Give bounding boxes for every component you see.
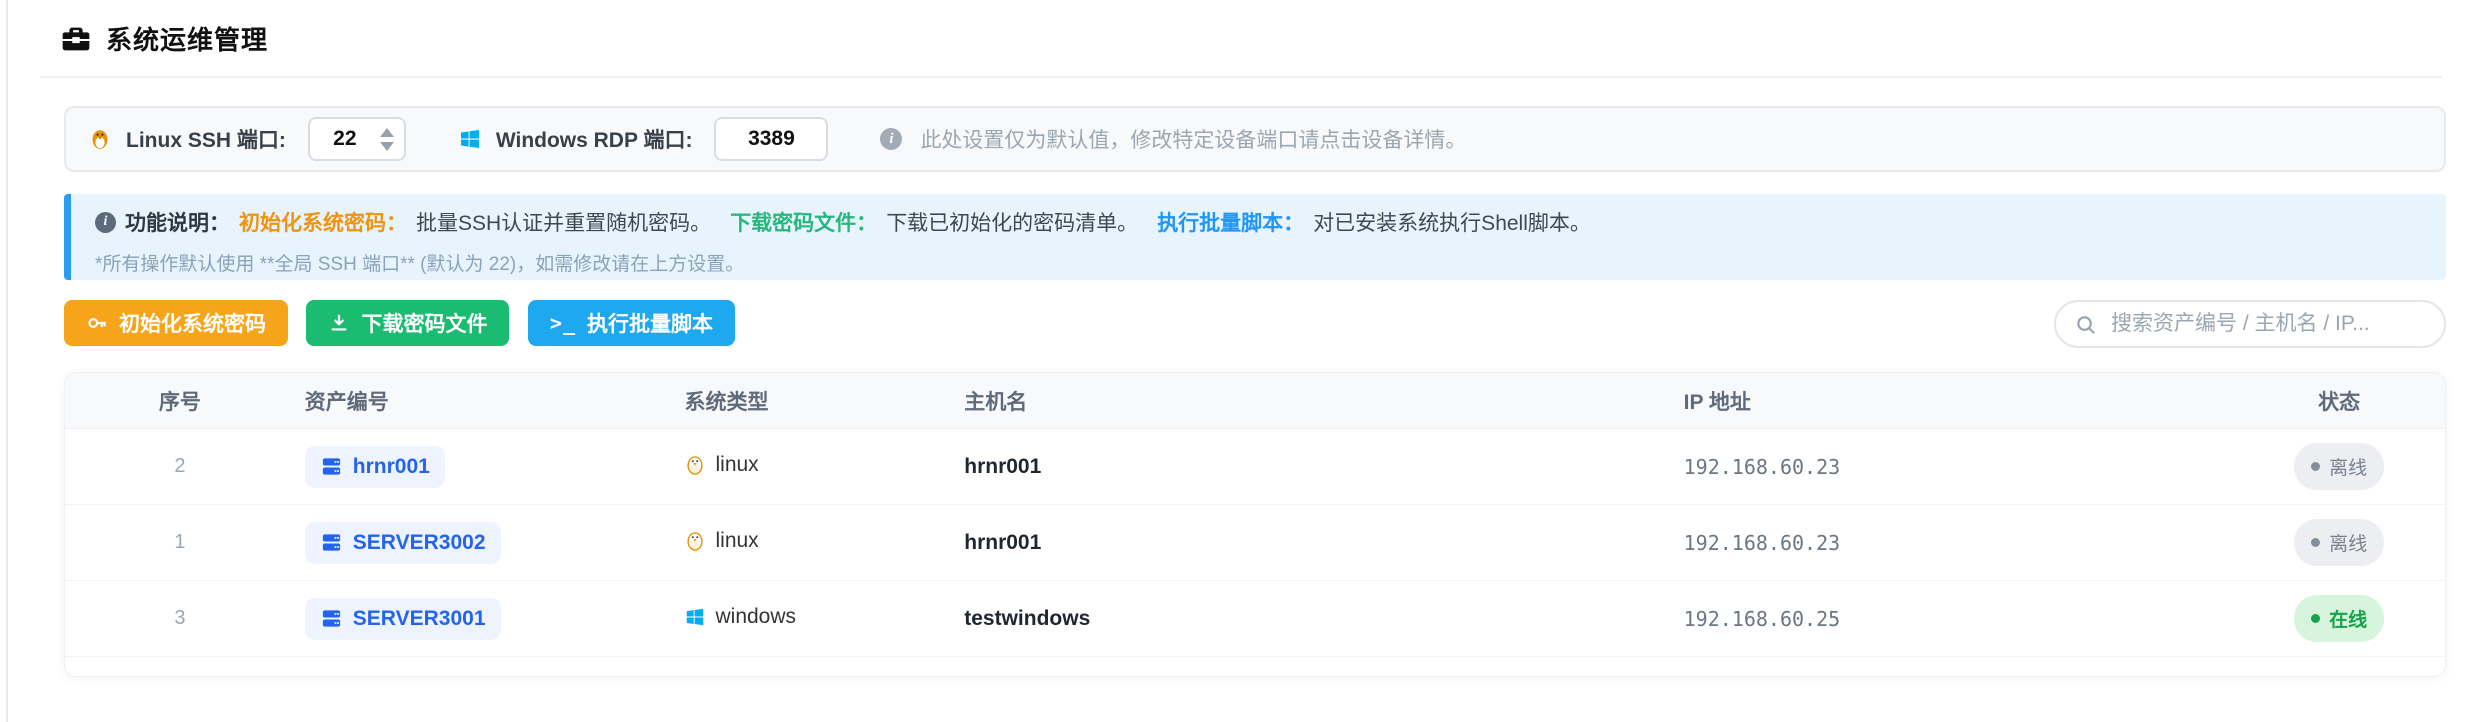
- run-script-button[interactable]: >_ 执行批量脚本: [527, 300, 735, 346]
- init-password-button-label: 初始化系统密码: [119, 313, 266, 336]
- download-icon: [331, 314, 347, 331]
- status-badge: 离线: [2294, 519, 2385, 566]
- linux-icon: [92, 130, 108, 149]
- status-dot-icon: [2311, 538, 2321, 547]
- rdp-port-label: Windows RDP 端口:: [495, 129, 693, 152]
- status-label: 离线: [2329, 534, 2368, 555]
- header-hostname: 主机名: [964, 390, 1028, 414]
- linux-icon: [687, 455, 704, 475]
- status-label: 离线: [2329, 458, 2368, 479]
- banner-line1: i 功能说明： 初始化系统密码： 批量SSH认证并重置随机密码。 下载密码文件：…: [95, 207, 2422, 237]
- init-password-desc: 批量SSH认证并重置随机密码。: [416, 212, 712, 235]
- os-name: linux: [715, 528, 759, 552]
- banner-intro-label: 功能说明：: [125, 212, 230, 235]
- asset-link[interactable]: SERVER3001: [304, 597, 501, 640]
- ip-address: 192.168.60.23: [1683, 454, 1841, 479]
- banner-info-icon: i: [95, 211, 116, 233]
- row-index: 2: [174, 455, 186, 477]
- download-file-desc: 下载已初始化的密码清单。: [886, 212, 1139, 235]
- download-password-button[interactable]: 下载密码文件: [306, 300, 510, 346]
- rdp-port-box: [714, 117, 829, 161]
- ssh-port-label: Linux SSH 端口:: [126, 129, 286, 152]
- feature-banner: i 功能说明： 初始化系统密码： 批量SSH认证并重置随机密码。 下载密码文件：…: [64, 194, 2446, 280]
- init-password-button[interactable]: 初始化系统密码: [64, 300, 288, 346]
- default-ports-bar: Linux SSH 端口: Windows RDP 端口: i 此处设置仅为默认…: [64, 106, 2446, 172]
- key-icon: [88, 318, 107, 328]
- download-password-button-label: 下载密码文件: [361, 313, 488, 336]
- assets-table: 序号 资产编号 系统类型 主机名 IP 地址 状态 2 hrnr001 linu…: [64, 372, 2446, 677]
- hostname: hrnr001: [964, 530, 1042, 554]
- info-icon: i: [880, 128, 903, 150]
- ip-address: 192.168.60.23: [1683, 530, 1841, 555]
- rdp-port-input[interactable]: [716, 119, 827, 159]
- status-label: 在线: [2329, 610, 2368, 631]
- server-icon: [322, 534, 340, 551]
- row-index: 3: [174, 607, 186, 629]
- batch-script-desc: 对已安装系统执行Shell脚本。: [1313, 212, 1591, 235]
- asset-name: SERVER3002: [352, 530, 486, 554]
- header-ip: IP 地址: [1683, 390, 1751, 414]
- page-header: 系统运维管理: [60, 20, 268, 57]
- search-box: [2054, 300, 2446, 348]
- status-badge: 在线: [2294, 595, 2385, 642]
- panel-left-border: [6, 0, 8, 722]
- asset-name: SERVER3001: [352, 606, 486, 630]
- init-password-label: 初始化系统密码：: [239, 212, 407, 235]
- status-dot-icon: [2311, 614, 2321, 623]
- status-badge: 离线: [2294, 443, 2385, 490]
- asset-name: hrnr001: [352, 454, 430, 478]
- run-script-button-label: 执行批量脚本: [587, 313, 713, 336]
- header-asset: 资产编号: [304, 390, 389, 414]
- table-header-row: 序号 资产编号 系统类型 主机名 IP 地址 状态: [65, 373, 2445, 429]
- header-status: 状态: [2318, 390, 2361, 414]
- asset-link[interactable]: SERVER3002: [304, 521, 501, 564]
- ports-note: 此处设置仅为默认值，修改特定设备端口请点击设备详情。: [920, 129, 1467, 152]
- header-os: 系统类型: [684, 390, 769, 414]
- page-title: 系统运维管理: [106, 25, 269, 55]
- windows-icon: [687, 608, 704, 625]
- hostname: testwindows: [964, 606, 1091, 630]
- linux-icon: [687, 531, 704, 551]
- table-bottom-padding: [65, 657, 2445, 676]
- os-name: linux: [715, 452, 759, 476]
- ssh-port-box: [307, 117, 406, 161]
- banner-footnote: *所有操作默认使用 **全局 SSH 端口** (默认为 22)，如需修改请在上…: [95, 254, 745, 275]
- batch-script-label: 执行批量脚本：: [1157, 212, 1305, 235]
- os-name: windows: [715, 604, 797, 628]
- status-dot-icon: [2311, 462, 2321, 471]
- toolbar: 初始化系统密码 下载密码文件 >_ 执行批量脚本: [64, 300, 2446, 348]
- header-index: 序号: [158, 390, 201, 414]
- table-row: 2 hrnr001 linux hrnr001 192.168.60.23 离线: [65, 429, 2445, 505]
- port-stepper-icon[interactable]: [379, 127, 404, 151]
- terminal-icon: >_: [549, 311, 576, 335]
- os-type: linux: [684, 528, 759, 553]
- table-row: 3 SERVER3001 windows testwindows 192.168…: [65, 581, 2445, 657]
- header-divider: [40, 76, 2442, 78]
- hostname: hrnr001: [964, 454, 1042, 478]
- search-icon: [2077, 315, 2095, 334]
- download-file-label: 下载密码文件：: [730, 212, 878, 235]
- search-input[interactable]: [2109, 311, 2426, 337]
- server-icon: [322, 610, 340, 627]
- table-row: 1 SERVER3002 linux hrnr001 192.168.60.23…: [65, 505, 2445, 581]
- windows-icon: [460, 130, 479, 148]
- asset-link[interactable]: hrnr001: [304, 445, 445, 488]
- row-index: 1: [174, 531, 186, 553]
- os-type: linux: [684, 452, 759, 477]
- os-type: windows: [684, 605, 796, 629]
- ssh-port-input[interactable]: [309, 119, 380, 159]
- ip-address: 192.168.60.25: [1683, 606, 1841, 631]
- server-icon: [322, 458, 340, 475]
- toolbox-icon: [62, 27, 90, 50]
